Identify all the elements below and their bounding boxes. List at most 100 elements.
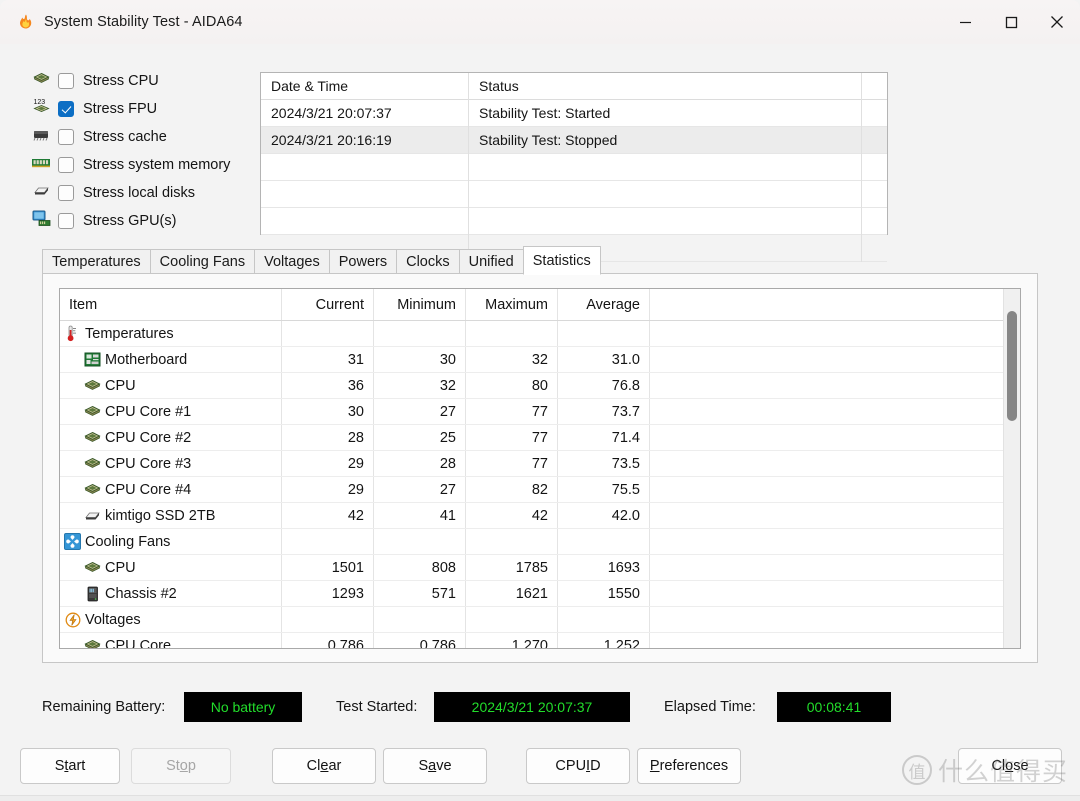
- minimize-icon[interactable]: [942, 0, 988, 44]
- statistics-maximum-cell: 77: [466, 399, 558, 424]
- statistics-minimum-cell: 27: [374, 399, 466, 424]
- tab-powers[interactable]: Powers: [328, 249, 397, 274]
- statistics-group-row[interactable]: Voltages: [60, 607, 1003, 633]
- close-button[interactable]: Close: [958, 748, 1062, 784]
- column-header-average[interactable]: Average: [558, 289, 650, 320]
- statistics-row[interactable]: kimtigo SSD 2TB 42 41 42 42.0: [60, 503, 1003, 529]
- statistics-filler-cell: [650, 347, 1003, 372]
- statistics-item-cell: Motherboard: [60, 347, 282, 372]
- statistics-row[interactable]: CPU 36 32 80 76.8: [60, 373, 1003, 399]
- statistics-current-cell: 36: [282, 373, 374, 398]
- statistics-grid[interactable]: Item Current Minimum Maximum Average Tem…: [59, 288, 1021, 649]
- statistics-maximum-cell: 1785: [466, 555, 558, 580]
- checkbox[interactable]: [58, 213, 74, 229]
- statistics-maximum-cell: [466, 607, 558, 632]
- statistics-average-cell: [558, 607, 650, 632]
- statistics-minimum-cell: 30: [374, 347, 466, 372]
- statistics-row[interactable]: Motherboard 31 30 32 31.0: [60, 347, 1003, 373]
- checkbox[interactable]: [58, 185, 74, 201]
- statistics-item-cell: Temperatures: [60, 321, 282, 346]
- column-header-current[interactable]: Current: [282, 289, 374, 320]
- column-header-item[interactable]: Item: [60, 289, 282, 320]
- stress-option-stress-gpu-s[interactable]: Stress GPU(s): [30, 208, 255, 234]
- statistics-row[interactable]: CPU 1501 808 1785 1693: [60, 555, 1003, 581]
- checkbox[interactable]: [58, 73, 74, 89]
- hard-disk-icon: [30, 183, 52, 203]
- checkbox[interactable]: [58, 129, 74, 145]
- event-log-row[interactable]: 2024/3/21 20:16:19 Stability Test: Stoppe…: [261, 126, 887, 154]
- statistics-scrollbar[interactable]: [1003, 289, 1020, 648]
- statistics-filler-cell: [650, 373, 1003, 398]
- statistics-row[interactable]: CPU Core #3 29 28 77 73.5: [60, 451, 1003, 477]
- stress-options-list: Stress CPU 123 Stress FPU Stress cache Stres…: [30, 68, 255, 236]
- statistics-item-cell: CPU: [60, 373, 282, 398]
- statistics-row[interactable]: CPU Core #2 28 25 77 71.4: [60, 425, 1003, 451]
- stress-option-label: Stress GPU(s): [83, 213, 177, 229]
- statistics-group-row[interactable]: Temperatures: [60, 321, 1003, 347]
- statistics-average-cell: [558, 529, 650, 554]
- tab-label: Temperatures: [52, 254, 141, 270]
- statistics-item-cell: CPU Core #2: [60, 425, 282, 450]
- stress-option-stress-fpu[interactable]: 123 Stress FPU: [30, 96, 255, 122]
- statistics-current-cell: 1293: [282, 581, 374, 606]
- preferences-button[interactable]: Preferences: [637, 748, 741, 784]
- scrollbar-thumb[interactable]: [1007, 311, 1017, 421]
- button-label: Clear: [306, 758, 342, 774]
- statistics-item-cell: CPU Core #4: [60, 477, 282, 502]
- statistics-row[interactable]: CPU Core 0.786 0.786 1.270 1.252: [60, 633, 1003, 648]
- column-header-status[interactable]: Status: [469, 72, 862, 100]
- statistics-filler-cell: [650, 581, 1003, 606]
- statistics-item-label: Motherboard: [105, 351, 188, 368]
- tab-statistics[interactable]: Statistics: [522, 246, 601, 275]
- statistics-item-cell: Voltages: [60, 607, 282, 632]
- column-header-minimum[interactable]: Minimum: [374, 289, 466, 320]
- column-header-maximum[interactable]: Maximum: [466, 289, 558, 320]
- maximize-icon[interactable]: [988, 0, 1034, 44]
- close-icon[interactable]: [1034, 0, 1080, 44]
- statistics-group-row[interactable]: Cooling Fans: [60, 529, 1003, 555]
- statistics-average-cell: 73.7: [558, 399, 650, 424]
- event-log-table[interactable]: Date & Time Status 2024/3/21 20:07:37 Sta…: [260, 72, 888, 262]
- statistics-rows: Temperatures Motherboard 31 30 32 31.0 CPU 36 32…: [60, 321, 1003, 648]
- test-started-label: Test Started:: [336, 699, 418, 715]
- checkbox[interactable]: [58, 157, 74, 173]
- statistics-filler-cell: [650, 607, 1003, 632]
- cpu-chip-icon: [83, 429, 102, 446]
- stress-option-stress-system-memory[interactable]: Stress system memory: [30, 152, 255, 178]
- test-started-value: 2024/3/21 20:07:37: [434, 692, 630, 722]
- button-label: Preferences: [649, 758, 729, 774]
- stress-option-stress-local-disks[interactable]: Stress local disks: [30, 180, 255, 206]
- window-bottom-edge: [0, 795, 1080, 801]
- statistics-row[interactable]: CPU Core #1 30 27 77 73.7: [60, 399, 1003, 425]
- event-log-row[interactable]: 2024/3/21 20:07:37 Stability Test: Starte…: [261, 99, 887, 127]
- statistics-average-cell: 31.0: [558, 347, 650, 372]
- statistics-row[interactable]: Chassis #2 1293 571 1621 1550: [60, 581, 1003, 607]
- stress-option-stress-cache[interactable]: Stress cache: [30, 124, 255, 150]
- clear-button[interactable]: Clear: [272, 748, 376, 784]
- cpuid-button[interactable]: CPUID: [526, 748, 630, 784]
- save-button[interactable]: Save: [383, 748, 487, 784]
- statistics-panel: Item Current Minimum Maximum Average Tem…: [42, 273, 1038, 663]
- cpu-chip-icon: [83, 455, 102, 472]
- fan-icon: [63, 533, 82, 550]
- tab-label: Clocks: [406, 254, 450, 270]
- statistics-current-cell: [282, 529, 374, 554]
- statistics-row[interactable]: CPU Core #4 29 27 82 75.5: [60, 477, 1003, 503]
- stress-option-label: Stress system memory: [83, 157, 231, 173]
- stress-option-stress-cpu[interactable]: Stress CPU: [30, 68, 255, 94]
- tab-clocks[interactable]: Clocks: [396, 249, 459, 274]
- column-header-datetime[interactable]: Date & Time: [261, 72, 469, 100]
- statistics-maximum-cell: 32: [466, 347, 558, 372]
- checkbox[interactable]: [58, 101, 74, 117]
- tab-unified[interactable]: Unified: [458, 249, 523, 274]
- tab-temperatures[interactable]: Temperatures: [42, 249, 150, 274]
- tab-voltages[interactable]: Voltages: [254, 249, 329, 274]
- title-bar-left: System Stability Test - AIDA64: [0, 13, 942, 31]
- statistics-average-cell: 1.252: [558, 633, 650, 648]
- cpu-chip-icon: [83, 559, 102, 576]
- tab-cooling-fans[interactable]: Cooling Fans: [149, 249, 255, 274]
- statistics-filler-cell: [650, 399, 1003, 424]
- window-controls: [942, 0, 1080, 44]
- stress-option-label: Stress CPU: [83, 73, 159, 89]
- start-button[interactable]: Start: [20, 748, 120, 784]
